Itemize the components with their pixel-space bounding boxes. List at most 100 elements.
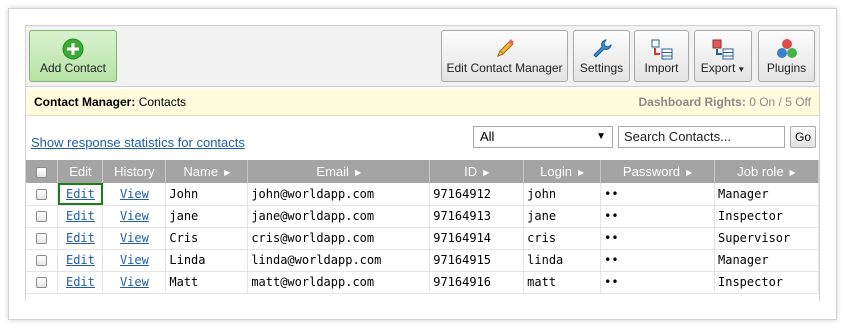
login-cell: john: [523, 183, 602, 206]
view-link[interactable]: View: [120, 209, 149, 223]
email-cell: matt@worldapp.com: [247, 271, 431, 294]
password-cell: ••: [600, 227, 715, 250]
sort-arrow-icon: ▶: [354, 168, 362, 177]
view-link[interactable]: View: [120, 187, 149, 201]
edit-link[interactable]: Edit: [66, 231, 95, 245]
edit-cell: Edit: [57, 271, 104, 294]
pencil-icon: [496, 39, 514, 57]
password-cell: ••: [600, 249, 715, 272]
edit-cell: Edit: [57, 227, 104, 250]
go-button[interactable]: Go: [790, 126, 816, 148]
plugins-button[interactable]: Plugins: [758, 30, 815, 82]
name-cell: John: [165, 183, 249, 206]
email-cell: jane@worldapp.com: [247, 205, 431, 228]
plus-circle-icon: [62, 38, 84, 60]
history-cell: View: [102, 183, 167, 206]
job-role-cell: Supervisor: [714, 227, 819, 250]
header-login[interactable]: Login ▶: [523, 160, 602, 183]
job-role-cell: Manager: [714, 249, 819, 272]
search-input[interactable]: Search Contacts...: [618, 126, 785, 148]
edit-cell: Edit: [57, 249, 104, 272]
settings-button[interactable]: Settings: [573, 30, 630, 82]
sort-arrow-icon: ▶: [483, 168, 490, 177]
password-cell: ••: [600, 271, 715, 294]
history-cell: View: [102, 271, 167, 294]
contact-manager-panel: Add Contact Edit Contact Manager Setting…: [25, 25, 820, 301]
header-password[interactable]: Password ▶: [600, 160, 715, 183]
response-statistics-link[interactable]: Show response statistics for contacts: [31, 135, 245, 150]
sort-arrow-icon: ▶: [789, 168, 796, 177]
edit-link[interactable]: Edit: [66, 275, 95, 289]
edit-link[interactable]: Edit: [66, 187, 95, 201]
edit-link[interactable]: Edit: [66, 209, 95, 223]
email-cell: cris@worldapp.com: [247, 227, 431, 250]
edit-cell: Edit: [57, 183, 104, 206]
header-id[interactable]: ID ▶: [429, 160, 525, 183]
table-row: Edit View John john@worldapp.com 9716491…: [26, 183, 819, 206]
job-role-cell: Inspector: [714, 205, 819, 228]
edit-link[interactable]: Edit: [66, 253, 95, 267]
login-cell: cris: [523, 227, 602, 250]
header-email[interactable]: Email ▶: [247, 160, 431, 183]
row-checkbox[interactable]: [36, 211, 48, 222]
edit-contact-manager-button[interactable]: Edit Contact Manager: [441, 30, 568, 82]
row-select-cell: [26, 183, 59, 206]
filter-select-value: All: [480, 129, 495, 144]
export-icon: [712, 39, 734, 60]
job-role-cell: Manager: [714, 183, 819, 206]
header-job-role[interactable]: Job role ▶: [714, 160, 819, 183]
export-button[interactable]: Export ▼: [694, 30, 752, 82]
row-checkbox[interactable]: [36, 277, 48, 288]
job-role-cell: Inspector: [714, 271, 819, 294]
email-cell: john@worldapp.com: [247, 183, 431, 206]
table-row: Edit View jane jane@worldapp.com 9716491…: [26, 205, 819, 228]
edit-cell: Edit: [57, 205, 104, 228]
id-cell: 97164916: [429, 271, 525, 294]
id-cell: 97164912: [429, 183, 525, 206]
table-row: Edit View Cris cris@worldapp.com 9716491…: [26, 227, 819, 250]
dropdown-arrow-icon: ▼: [596, 131, 606, 142]
row-select-cell: [26, 249, 59, 272]
row-select-cell: [26, 227, 59, 250]
row-checkbox[interactable]: [36, 188, 48, 200]
contacts-table: Edit History Name ▶ Email ▶ ID ▶ Login ▶ Pas…: [26, 160, 819, 294]
name-cell: jane: [165, 205, 249, 228]
header-edit: Edit: [57, 160, 104, 183]
select-all-header[interactable]: [26, 160, 59, 183]
header-name[interactable]: Name ▶: [165, 160, 249, 183]
row-select-cell: [26, 205, 59, 228]
header-history: History: [102, 160, 167, 183]
caret-down-icon: ▼: [737, 65, 746, 74]
view-link[interactable]: View: [120, 231, 149, 245]
edit-contact-manager-label: Edit Contact Manager: [446, 61, 563, 75]
table-row: Edit View Linda linda@worldapp.com 97164…: [26, 249, 819, 272]
import-button[interactable]: Import: [634, 30, 689, 82]
dashboard-rights: Dashboard Rights: 0 On / 5 Off: [638, 95, 812, 109]
export-label: Export ▼: [700, 61, 746, 75]
filter-select[interactable]: All ▼: [473, 126, 613, 148]
sort-arrow-icon: ▶: [224, 168, 231, 177]
history-cell: View: [102, 249, 167, 272]
row-checkbox[interactable]: [36, 255, 48, 266]
row-checkbox[interactable]: [36, 233, 48, 244]
wrench-icon: [592, 39, 612, 58]
add-contact-button[interactable]: Add Contact: [29, 30, 117, 82]
view-link[interactable]: View: [120, 253, 149, 267]
plugins-label: Plugins: [766, 61, 807, 75]
sort-arrow-icon: ▶: [686, 168, 693, 177]
login-cell: matt: [523, 271, 602, 294]
login-cell: linda: [523, 249, 602, 272]
import-label: Import: [644, 61, 679, 75]
password-cell: ••: [600, 183, 715, 206]
import-icon: [651, 39, 672, 60]
history-cell: View: [102, 227, 167, 250]
history-cell: View: [102, 205, 167, 228]
id-cell: 97164915: [429, 249, 525, 272]
sort-arrow-icon: ▶: [577, 168, 585, 177]
view-link[interactable]: View: [120, 275, 149, 289]
info-bar: Contact Manager: Contacts Dashboard Righ…: [26, 89, 819, 116]
email-cell: linda@worldapp.com: [247, 249, 431, 272]
password-cell: ••: [600, 205, 715, 228]
select-all-checkbox[interactable]: [36, 167, 48, 179]
settings-label: Settings: [579, 61, 624, 75]
